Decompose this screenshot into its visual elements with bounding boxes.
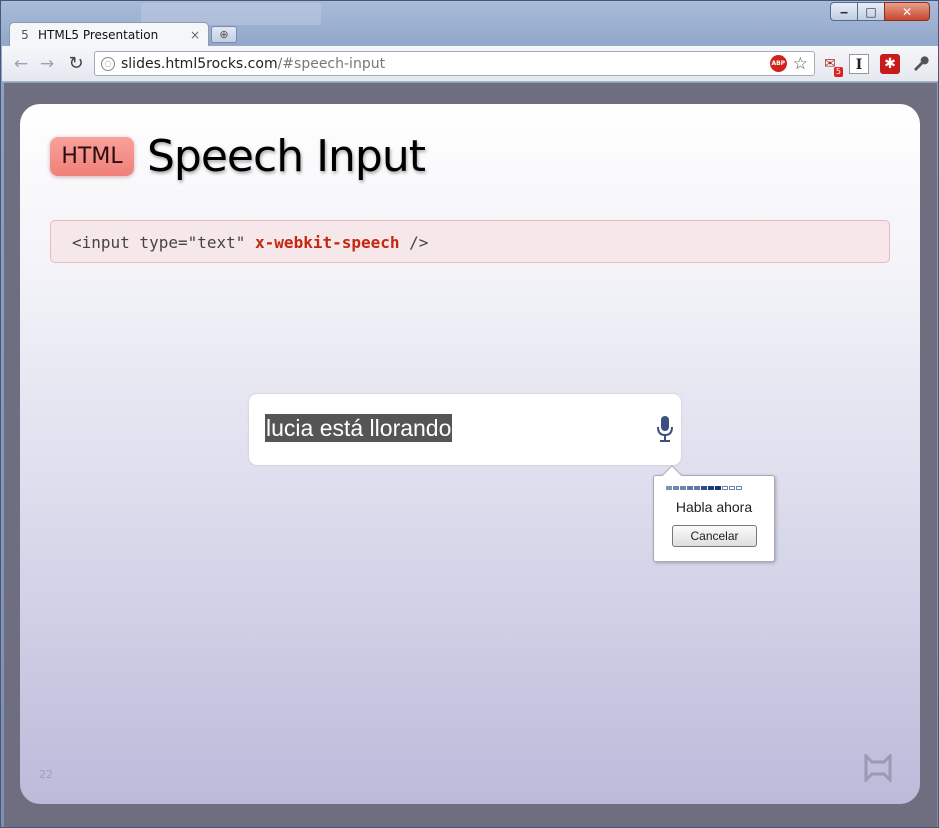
globe-icon: ◌ — [101, 56, 115, 71]
extension-red-icon[interactable]: ✱ — [880, 54, 900, 74]
speech-bubble: Habla ahora Cancelar — [653, 465, 775, 562]
speech-input-field[interactable]: lucia está llorando — [249, 394, 681, 465]
meter-segment — [673, 486, 679, 490]
slide-title: Speech Input — [147, 131, 426, 182]
bubble-arrow — [662, 465, 682, 485]
extension-notifier-icon[interactable]: ✉ 5 — [820, 54, 843, 77]
code-snippet: <input type="text" x-webkit-speech /> — [50, 220, 890, 263]
maximize-button[interactable]: □ — [857, 2, 884, 21]
meter-segment — [736, 486, 742, 490]
tab-html5-presentation[interactable]: 5 HTML5 Presentation × — [9, 22, 209, 46]
meter-segment — [687, 486, 693, 490]
microphone-icon[interactable] — [655, 414, 675, 444]
bookmark-star-icon[interactable]: ☆ — [793, 54, 808, 74]
back-button[interactable]: ← — [10, 53, 32, 75]
meter-segment — [722, 486, 728, 490]
code-before: <input type="text" — [72, 233, 256, 252]
close-window-button[interactable]: ✕ — [884, 2, 930, 21]
code-highlight: x-webkit-speech — [255, 233, 400, 252]
meter-segment — [701, 486, 707, 490]
meter-segment — [729, 486, 735, 490]
url-fragment: /#speech-input — [277, 55, 386, 72]
page-viewport: HTML Speech Input <input type="text" x-w… — [4, 83, 937, 827]
browser-toolbar: ← → ↻ ◌ slides.html5rocks.com/#speech-in… — [2, 46, 938, 82]
speak-now-label: Habla ahora — [675, 499, 753, 515]
meter-segment — [666, 486, 672, 490]
page-number: 22 — [39, 768, 53, 781]
meter-segment — [680, 486, 686, 490]
cancel-button[interactable]: Cancelar — [672, 525, 757, 547]
volume-meter — [666, 486, 742, 490]
code-after: /> — [399, 233, 429, 252]
url-host: slides.html5rocks.com — [121, 55, 278, 72]
tab-close-icon[interactable]: × — [190, 28, 200, 42]
forward-button[interactable]: → — [36, 53, 58, 75]
adblock-icon[interactable]: ABP — [769, 55, 787, 72]
minimize-button[interactable]: ‒ — [830, 2, 857, 21]
html-badge: HTML — [50, 137, 134, 176]
meter-segment — [694, 486, 700, 490]
url-text[interactable]: slides.html5rocks.com/#speech-input — [121, 56, 770, 72]
html5-favicon-icon: 5 — [21, 27, 29, 42]
browser-window: ‒ □ ✕ 5 HTML5 Presentation × ⊕ ← → ↻ ◌ s… — [0, 0, 939, 828]
meter-segment — [708, 486, 714, 490]
slide: HTML Speech Input <input type="text" x-w… — [20, 104, 920, 804]
window-controls: ‒ □ ✕ — [830, 2, 930, 21]
address-bar[interactable]: ◌ slides.html5rocks.com/#speech-input AB… — [94, 51, 815, 76]
new-tab-button[interactable]: ⊕ — [211, 26, 237, 43]
instapaper-icon[interactable]: I — [849, 54, 869, 74]
meter-segment — [715, 486, 721, 490]
html5rocks-logo-icon — [864, 754, 892, 782]
reload-button[interactable]: ↻ — [65, 53, 87, 75]
speech-input-value[interactable]: lucia está llorando — [265, 414, 453, 442]
extension-badge-count: 5 — [833, 67, 843, 77]
tab-title: HTML5 Presentation — [38, 27, 159, 42]
wrench-icon[interactable] — [910, 54, 930, 74]
